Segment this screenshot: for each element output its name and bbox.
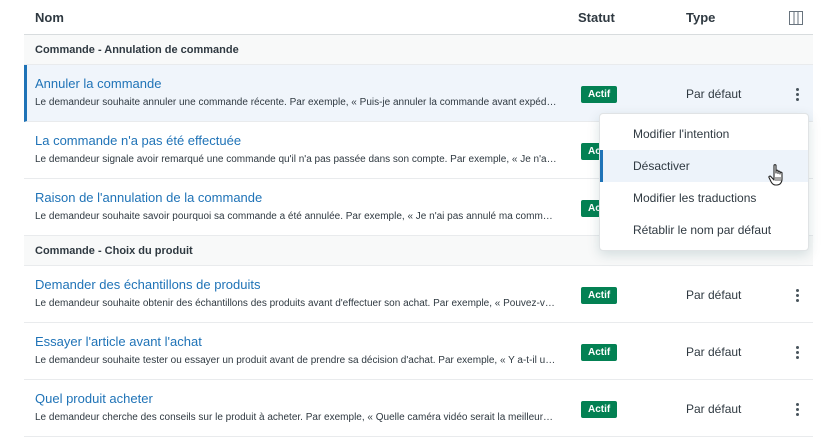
hand-pointer-icon [768, 164, 783, 186]
more-options-icon[interactable] [790, 286, 804, 304]
table-row[interactable]: Quel produit acheter Le demandeur cherch… [24, 380, 813, 437]
more-options-icon[interactable] [790, 400, 804, 418]
intent-description: Le demandeur cherche des conseils sur le… [35, 412, 558, 423]
intent-type: Par défaut [686, 402, 742, 416]
intent-description: Le demandeur souhaite tester ou essayer … [35, 355, 558, 366]
intent-title-link[interactable]: Essayer l'article avant l'achat [35, 334, 202, 349]
intent-title-link[interactable]: Quel produit acheter [35, 391, 153, 406]
intent-type: Par défaut [686, 345, 742, 359]
more-options-icon[interactable] [790, 343, 804, 361]
intent-title-link[interactable]: Demander des échantillons de produits [35, 277, 260, 292]
group-label: Commande - Choix du produit [35, 245, 193, 257]
menu-item-restore-default-name[interactable]: Rétablir le nom par défaut [600, 214, 808, 246]
status-badge: Actif [581, 401, 618, 418]
intent-description: Le demandeur signale avoir remarqué une … [35, 154, 558, 165]
status-badge: Actif [581, 287, 618, 304]
table-row[interactable]: Essayer l'article avant l'achat Le deman… [24, 323, 813, 380]
group-header: Commande - Annulation de commande [24, 35, 813, 65]
status-badge: Actif [581, 344, 618, 361]
column-header-name[interactable]: Nom [35, 10, 64, 25]
intent-description: Le demandeur souhaite savoir pourquoi sa… [35, 211, 558, 222]
intent-description: Le demandeur souhaite obtenir des échant… [35, 298, 558, 309]
intent-title-link[interactable]: Raison de l'annulation de la commande [35, 190, 262, 205]
table-header: Nom Statut Type [24, 0, 813, 35]
intent-title-link[interactable]: Annuler la commande [35, 76, 161, 91]
intent-type: Par défaut [686, 87, 742, 101]
table-row[interactable]: Demander des échantillons de produits Le… [24, 266, 813, 323]
column-header-type[interactable]: Type [686, 10, 715, 25]
columns-icon[interactable] [789, 11, 803, 25]
intent-type: Par défaut [686, 288, 742, 302]
column-header-status[interactable]: Statut [578, 10, 615, 25]
intent-description: Le demandeur souhaite annuler une comman… [35, 97, 558, 108]
intent-title-link[interactable]: La commande n'a pas été effectuée [35, 133, 241, 148]
group-label: Commande - Annulation de commande [35, 44, 239, 56]
status-badge: Actif [581, 86, 618, 103]
more-options-icon[interactable] [790, 85, 804, 103]
menu-item-edit-intent[interactable]: Modifier l'intention [600, 118, 808, 150]
